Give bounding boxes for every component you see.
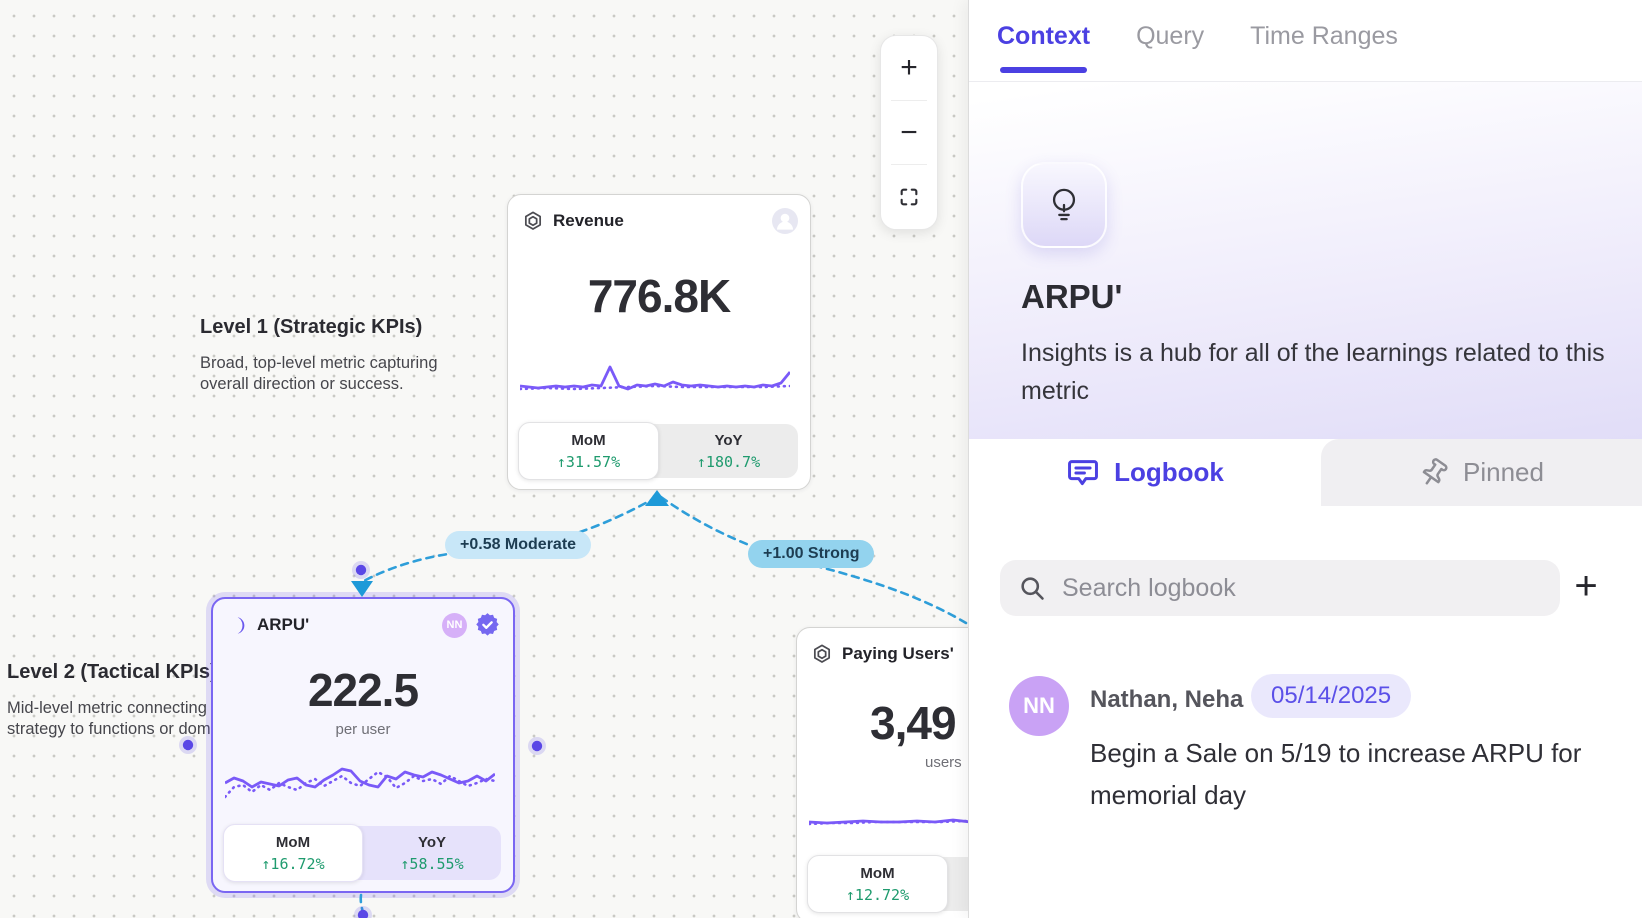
subtab-pinned[interactable]: Pinned bbox=[1321, 439, 1642, 506]
subtab-logbook[interactable]: Logbook bbox=[969, 439, 1321, 506]
connection-handle-dot[interactable] bbox=[352, 561, 370, 579]
yoy-toggle[interactable]: YoY ↑58.55% bbox=[363, 826, 501, 880]
logbook-pinned-tabs: Logbook Pinned bbox=[969, 439, 1642, 506]
card-title: ARPU' bbox=[257, 615, 433, 635]
period-toggle: MoM ↑31.57% YoY ↑180.7% bbox=[520, 424, 798, 478]
sparkline-dotted bbox=[225, 772, 495, 797]
add-logbook-entry-button[interactable]: + bbox=[1558, 558, 1614, 614]
zoom-out-button[interactable]: − bbox=[881, 101, 937, 165]
canvas-zoom-toolbar: + − bbox=[880, 35, 938, 230]
metric-value: 222.5 bbox=[213, 663, 513, 717]
mom-toggle[interactable]: MoM ↑31.57% bbox=[518, 422, 659, 480]
metric-tree-app: Level 1 (Strategic KPIs) Broad, top-leve… bbox=[0, 0, 1642, 918]
logbook-entries: NN Nathan, Neha 05/14/2025 Begin a Sale … bbox=[969, 616, 1642, 918]
level-1-title: Level 1 (Strategic KPIs) bbox=[200, 316, 460, 339]
period-toggle: MoM ↑12.72% bbox=[809, 857, 968, 911]
level-1-description: Broad, top-level metric capturing overal… bbox=[200, 353, 460, 395]
card-title: Paying Users' bbox=[842, 644, 968, 664]
metric-value: 776.8K bbox=[508, 269, 810, 323]
metric-unit: per user bbox=[213, 721, 513, 738]
tab-time-ranges[interactable]: Time Ranges bbox=[1250, 22, 1398, 73]
metric-description: Insights is a hub for all of the learnin… bbox=[1021, 334, 1621, 410]
hexagon-metric-icon bbox=[811, 643, 833, 665]
hexagon-metric-icon bbox=[522, 210, 544, 232]
tab-query[interactable]: Query bbox=[1136, 22, 1204, 73]
mom-toggle[interactable]: MoM ↑12.72% bbox=[807, 855, 948, 913]
period-toggle: MoM ↑16.72% YoY ↑58.55% bbox=[225, 826, 501, 880]
collaborator-badge: NN bbox=[442, 613, 467, 638]
yoy-toggle[interactable]: YoY ↑180.7% bbox=[659, 424, 798, 478]
entry-date-badge: 05/14/2025 bbox=[1251, 674, 1411, 718]
panel-tab-bar: Context Query Time Ranges bbox=[969, 0, 1642, 82]
author-avatar: NN bbox=[1009, 676, 1069, 736]
logbook-search-row: + bbox=[969, 506, 1642, 616]
level-1-annotation: Level 1 (Strategic KPIs) Broad, top-leve… bbox=[200, 316, 460, 395]
fullscreen-icon bbox=[898, 186, 920, 208]
entry-author: Nathan, Neha bbox=[1090, 686, 1243, 714]
crescent-moon-icon bbox=[227, 615, 248, 636]
sparkline-solid bbox=[809, 796, 968, 824]
metric-canvas[interactable]: Level 1 (Strategic KPIs) Broad, top-leve… bbox=[0, 0, 968, 918]
zoom-in-button[interactable]: + bbox=[881, 36, 937, 100]
lightbulb-icon bbox=[1041, 182, 1087, 228]
arrowhead-into-arpu bbox=[351, 581, 373, 597]
owner-avatar-icon bbox=[772, 208, 798, 234]
logbook-search-box[interactable] bbox=[1000, 560, 1560, 616]
search-icon bbox=[1018, 574, 1046, 602]
sparkline-chart bbox=[520, 353, 790, 399]
logbook-chat-icon bbox=[1066, 456, 1100, 490]
context-panel: Context Query Time Ranges ARPU' Insights… bbox=[968, 0, 1642, 918]
tab-context[interactable]: Context bbox=[997, 22, 1090, 73]
metric-card-revenue[interactable]: Revenue 776.8K MoM ↑31.57% YoY bbox=[507, 194, 811, 490]
metric-unit: users bbox=[925, 754, 962, 771]
mom-toggle[interactable]: MoM ↑16.72% bbox=[223, 824, 363, 882]
sparkline-chart bbox=[225, 757, 495, 803]
entry-note: Begin a Sale on 5/19 to increase ARPU fo… bbox=[1090, 732, 1610, 816]
connection-handle-dot[interactable] bbox=[528, 737, 546, 755]
sparkline-solid bbox=[520, 367, 790, 389]
insights-tile bbox=[1021, 162, 1107, 248]
search-input[interactable] bbox=[1062, 574, 1542, 603]
arrowhead-into-revenue bbox=[645, 490, 669, 506]
metric-value: 3,49 bbox=[870, 696, 956, 750]
connection-handle-dot[interactable] bbox=[354, 906, 372, 918]
verified-check-badge-icon bbox=[474, 612, 501, 639]
metric-title: ARPU' bbox=[1021, 278, 1122, 316]
metric-card-arpu[interactable]: ARPU' NN 222.5 per user bbox=[211, 597, 515, 893]
card-title: Revenue bbox=[553, 211, 763, 231]
pushpin-icon bbox=[1419, 458, 1449, 488]
correlation-label-strong[interactable]: +1.00 Strong bbox=[748, 540, 874, 568]
yoy-toggle[interactable] bbox=[948, 857, 968, 911]
edge-arpu-downstream bbox=[361, 895, 363, 913]
sparkline-chart bbox=[809, 786, 968, 832]
fit-view-button[interactable] bbox=[881, 165, 937, 229]
metric-card-paying-users[interactable]: Paying Users' 3,49 users MoM ↑12.72% bbox=[796, 627, 968, 918]
metric-header: ARPU' Insights is a hub for all of the l… bbox=[969, 82, 1642, 439]
correlation-label-moderate[interactable]: +0.58 Moderate bbox=[445, 531, 591, 559]
